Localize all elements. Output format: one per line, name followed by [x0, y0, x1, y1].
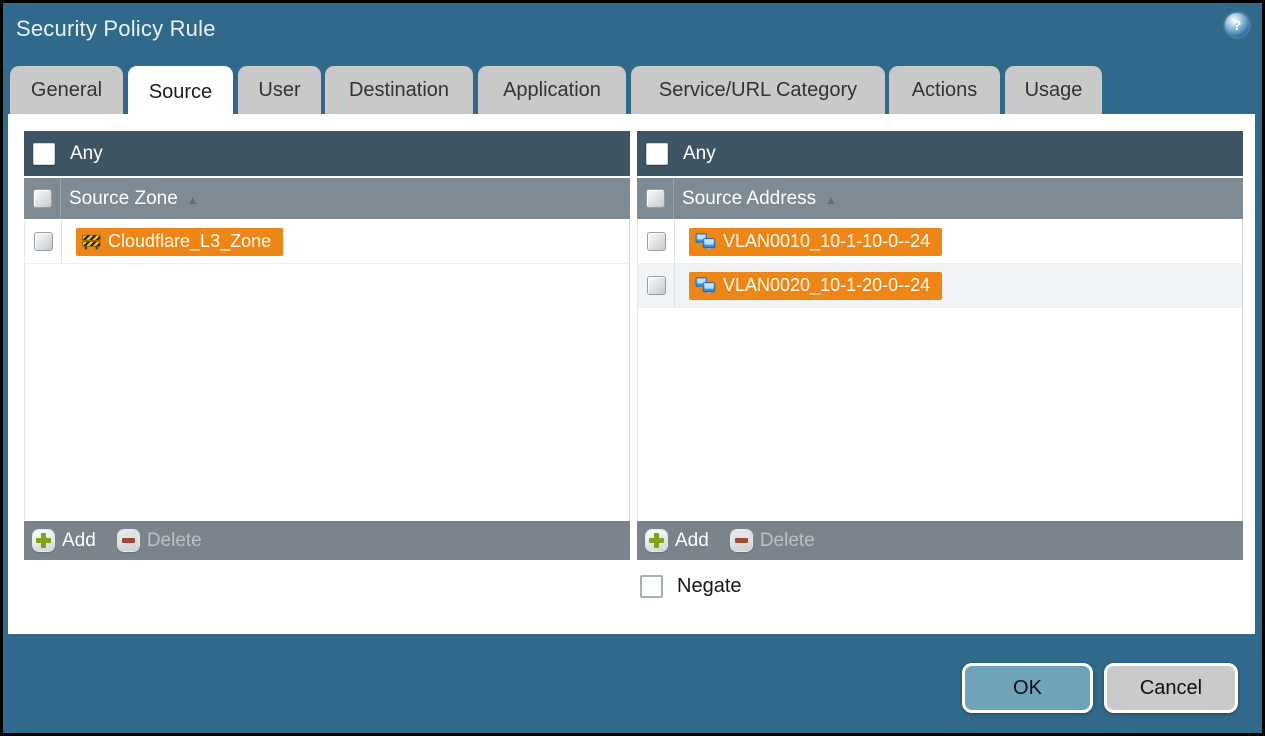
tab-source[interactable]: Source [128, 66, 233, 118]
source-address-toolbar: Add Delete [637, 521, 1243, 560]
help-icon[interactable]: ? [1225, 13, 1249, 37]
tab-actions[interactable]: Actions [889, 66, 1000, 114]
tab-general[interactable]: General [10, 66, 123, 114]
tab-destination[interactable]: Destination [325, 66, 473, 114]
add-plus-icon [33, 530, 54, 551]
source-address-any-label: Any [683, 142, 716, 164]
source-zone-row: Cloudflare_L3_Zone [25, 220, 629, 264]
source-address-any-row: Any [637, 131, 1243, 176]
source-zone-item-label: Cloudflare_L3_Zone [108, 231, 272, 251]
ok-button[interactable]: OK [962, 663, 1093, 713]
source-address-item[interactable]: VLAN0020_10-1-20-0--24 [689, 271, 943, 300]
negate-checkbox[interactable] [640, 575, 663, 598]
source-address-row-checkbox[interactable] [646, 232, 666, 251]
address-icon [695, 232, 716, 251]
source-address-row: VLAN0020_10-1-20-0--24 [638, 264, 1242, 308]
source-zone-panel: Any Source Zone ▲ Cloudflare_L3_Zone Add… [24, 131, 630, 560]
address-icon [695, 276, 716, 295]
source-address-add-button[interactable]: Add [646, 530, 709, 552]
tab-usage[interactable]: Usage [1005, 66, 1102, 114]
sort-ascending-icon: ▲ [186, 192, 199, 207]
delete-minus-icon [117, 530, 139, 551]
source-zone-toolbar: Add Delete [24, 521, 630, 560]
source-zone-selectall-checkbox[interactable] [32, 189, 52, 208]
source-zone-row-checkbox[interactable] [33, 232, 53, 251]
tab-user[interactable]: User [238, 66, 321, 114]
security-policy-rule-dialog: Security Policy Rule ? General Source Us… [0, 0, 1265, 736]
source-zone-delete-button[interactable]: Delete [117, 530, 202, 552]
source-address-column-header[interactable]: Source Address ▲ [637, 178, 1243, 219]
negate-label: Negate [677, 575, 742, 597]
source-address-row: VLAN0010_10-1-10-0--24 [638, 220, 1242, 264]
cancel-button[interactable]: Cancel [1104, 663, 1238, 713]
zone-icon [82, 234, 101, 250]
help-glyph: ? [1232, 17, 1242, 33]
source-zone-any-checkbox[interactable] [33, 142, 55, 165]
sort-ascending-icon: ▲ [825, 192, 838, 207]
source-address-item-label: VLAN0010_10-1-10-0--24 [723, 231, 931, 251]
tab-service-url-category[interactable]: Service/URL Category [631, 66, 885, 114]
source-address-row-checkbox[interactable] [646, 276, 666, 295]
source-zone-item[interactable]: Cloudflare_L3_Zone [76, 227, 284, 256]
dialog-title: Security Policy Rule [16, 16, 216, 41]
source-zone-any-label: Any [70, 142, 103, 164]
source-zone-list: Cloudflare_L3_Zone [24, 220, 630, 521]
source-address-item-label: VLAN0020_10-1-20-0--24 [723, 275, 931, 295]
source-zone-column-header[interactable]: Source Zone ▲ [24, 178, 630, 219]
source-address-panel: Any Source Address ▲ VLAN0010_10-1-10-0-… [637, 131, 1243, 560]
tab-application[interactable]: Application [478, 66, 626, 114]
source-address-item[interactable]: VLAN0010_10-1-10-0--24 [689, 227, 943, 256]
source-zone-column-label: Source Zone [69, 187, 178, 209]
source-zone-add-button[interactable]: Add [33, 530, 96, 552]
add-plus-icon [646, 530, 667, 551]
source-address-any-checkbox[interactable] [646, 142, 668, 165]
source-tab-content: Any Source Zone ▲ Cloudflare_L3_Zone Add… [8, 114, 1255, 634]
source-address-list: VLAN0010_10-1-10-0--24 VLAN0020_10-1-20-… [637, 220, 1243, 521]
delete-minus-icon [730, 530, 752, 551]
source-address-column-label: Source Address [682, 187, 817, 209]
source-zone-any-row: Any [24, 131, 630, 176]
source-address-selectall-checkbox[interactable] [645, 189, 665, 208]
negate-control: Negate [640, 575, 742, 598]
source-address-delete-button[interactable]: Delete [730, 530, 815, 552]
